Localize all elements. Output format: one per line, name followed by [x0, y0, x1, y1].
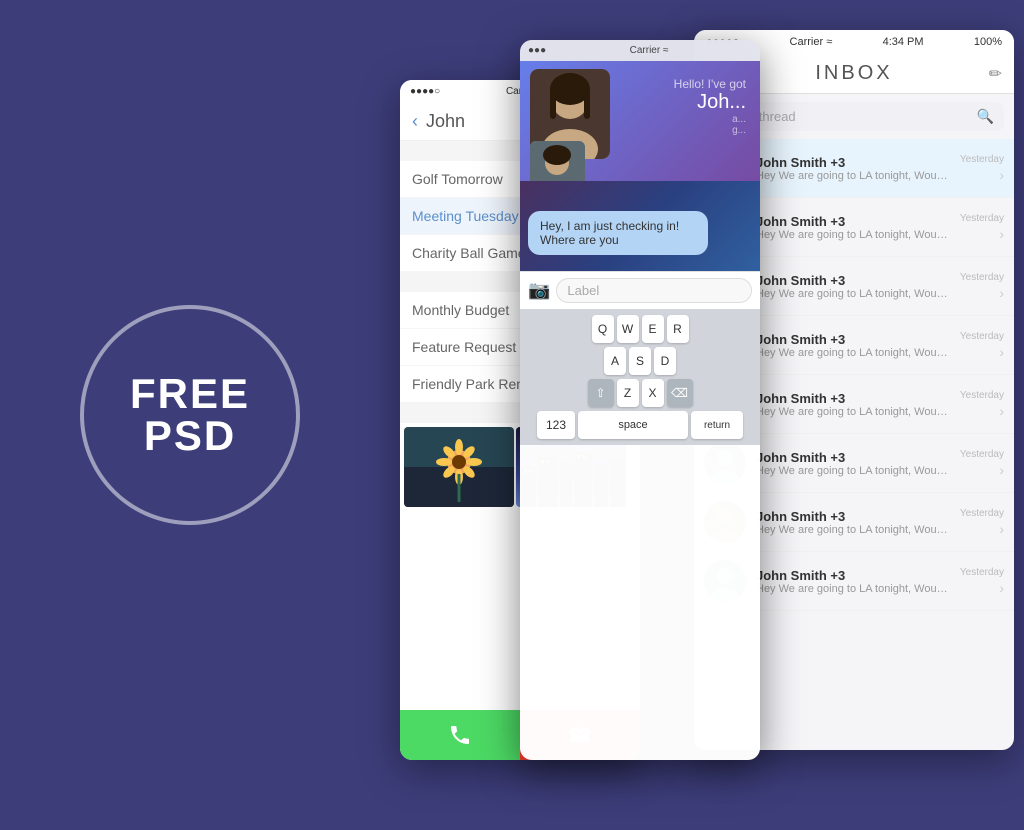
- chevron-right-icon: ›: [999, 167, 1004, 183]
- inbox-item-content: John Smith +3 Hey We are going to LA ton…: [756, 155, 950, 182]
- inbox-item-meta: Yesterday ›: [960, 272, 1004, 301]
- inbox-item-content: John Smith +3 Hey We are going to LA ton…: [756, 214, 950, 241]
- keyboard-bottom-row: 123 space return: [524, 411, 756, 439]
- inbox-item-time: Yesterday: [960, 213, 1004, 224]
- attachment-thumbnail: [404, 427, 514, 507]
- inbox-title: INBOX: [815, 62, 892, 85]
- key-a[interactable]: A: [604, 347, 626, 375]
- key-x[interactable]: X: [642, 379, 664, 407]
- key-123[interactable]: 123: [537, 411, 575, 439]
- chat-status-bar: ●●● Carrier ≈: [520, 40, 760, 61]
- inbox-battery: 100%: [974, 36, 1002, 48]
- chat-input-label: Label: [567, 283, 599, 298]
- call-button[interactable]: [400, 710, 520, 760]
- inbox-item-time: Yesterday: [960, 567, 1004, 578]
- chat-screen: ●●● Carrier ≈ Hello! I've got J: [520, 40, 760, 760]
- inbox-item-meta: Yesterday ›: [960, 213, 1004, 242]
- inbox-item-meta: Yesterday ›: [960, 331, 1004, 360]
- inbox-item-time: Yesterday: [960, 390, 1004, 401]
- inbox-item-content: John Smith +3 Hey We are going to LA ton…: [756, 273, 950, 300]
- inbox-item-time: Yesterday: [960, 154, 1004, 165]
- chat-bubble-text: Hey, I am just checking in! Where are yo…: [540, 219, 679, 247]
- inbox-item-name: John Smith +3: [756, 214, 950, 229]
- inbox-item-preview: Hey We are going to LA tonight, Would yo…: [756, 288, 950, 300]
- inbox-item-content: John Smith +3 Hey We are going to LA ton…: [756, 450, 950, 477]
- inbox-item-meta: Yesterday ›: [960, 508, 1004, 537]
- inbox-item-time: Yesterday: [960, 449, 1004, 460]
- chat-greeting: Hello! I've got: [674, 77, 746, 91]
- inbox-item-meta: Yesterday ›: [960, 567, 1004, 596]
- chat-subtitle: a...: [674, 114, 746, 125]
- chevron-right-icon: ›: [999, 521, 1004, 537]
- inbox-item-time: Yesterday: [960, 272, 1004, 283]
- inbox-item-preview: Hey We are going to LA tonight, Would yo…: [756, 170, 950, 182]
- keyboard: Q W E R A S D ⇧ Z X ⌫ 123 space return: [520, 309, 760, 445]
- inbox-item-content: John Smith +3 Hey We are going to LA ton…: [756, 509, 950, 536]
- chat-header: Hello! I've got Joh... a... g...: [520, 61, 760, 181]
- key-return[interactable]: return: [691, 411, 743, 439]
- keyboard-row-1: Q W E R: [524, 315, 756, 343]
- key-e[interactable]: E: [642, 315, 664, 343]
- inbox-item-name: John Smith +3: [756, 568, 950, 583]
- keyboard-row-3: ⇧ Z X ⌫: [524, 379, 756, 407]
- conv-contact-name: John: [426, 111, 465, 132]
- inbox-item-time: Yesterday: [960, 508, 1004, 519]
- inbox-carrier: Carrier ≈: [790, 36, 833, 48]
- inbox-item-preview: Hey We are going to LA tonight, Would yo…: [756, 583, 950, 595]
- inbox-edit-icon[interactable]: ✏: [989, 64, 1002, 84]
- inbox-item-name: John Smith +3: [756, 155, 950, 170]
- inbox-item-meta: Yesterday ›: [960, 449, 1004, 478]
- search-icon: 🔍: [977, 108, 994, 125]
- chat-contact-name: Joh...: [674, 91, 746, 114]
- inbox-item-name: John Smith +3: [756, 450, 950, 465]
- inbox-item-preview: Hey We are going to LA tonight, Would yo…: [756, 524, 950, 536]
- chevron-right-icon: ›: [999, 403, 1004, 419]
- key-s[interactable]: S: [629, 347, 651, 375]
- inbox-item-preview: Hey We are going to LA tonight, Would yo…: [756, 229, 950, 241]
- inbox-item-name: John Smith +3: [756, 332, 950, 347]
- inbox-item-name: John Smith +3: [756, 509, 950, 524]
- chevron-right-icon: ›: [999, 285, 1004, 301]
- sunflower-image: [404, 427, 514, 507]
- camera-icon[interactable]: 📷: [528, 280, 550, 301]
- inbox-item-meta: Yesterday ›: [960, 390, 1004, 419]
- inbox-item-time: Yesterday: [960, 331, 1004, 342]
- chevron-right-icon: ›: [999, 462, 1004, 478]
- chat-message-input[interactable]: Label: [556, 278, 752, 303]
- key-w[interactable]: W: [617, 315, 639, 343]
- key-q[interactable]: Q: [592, 315, 614, 343]
- inbox-item-name: John Smith +3: [756, 391, 950, 406]
- key-space[interactable]: space: [578, 411, 688, 439]
- chat-bubble: Hey, I am just checking in! Where are yo…: [528, 211, 708, 255]
- chat-carrier: Carrier ≈: [630, 45, 669, 56]
- chevron-right-icon: ›: [999, 580, 1004, 596]
- chat-body: Hey, I am just checking in! Where are yo…: [520, 181, 760, 271]
- inbox-item-content: John Smith +3 Hey We are going to LA ton…: [756, 391, 950, 418]
- inbox-item-content: John Smith +3 Hey We are going to LA ton…: [756, 568, 950, 595]
- shift-key[interactable]: ⇧: [588, 379, 614, 407]
- keyboard-row-2: A S D: [524, 347, 756, 375]
- inbox-item-preview: Hey We are going to LA tonight, Would yo…: [756, 347, 950, 359]
- inbox-item-preview: Hey We are going to LA tonight, Would yo…: [756, 406, 950, 418]
- conv-carrier-dots: ●●●●○: [410, 86, 440, 97]
- key-z[interactable]: Z: [617, 379, 639, 407]
- back-button[interactable]: ‹: [412, 111, 418, 132]
- delete-key[interactable]: ⌫: [667, 379, 693, 407]
- inbox-item-preview: Hey We are going to LA tonight, Would yo…: [756, 465, 950, 477]
- key-d[interactable]: D: [654, 347, 676, 375]
- chat-carrier-dots: ●●●: [528, 45, 546, 56]
- inbox-time: 4:34 PM: [883, 36, 924, 48]
- chevron-right-icon: ›: [999, 226, 1004, 242]
- chevron-right-icon: ›: [999, 344, 1004, 360]
- psd-label: PSD: [144, 415, 236, 457]
- chat-detail: g...: [674, 125, 746, 136]
- chat-input-area: 📷 Label: [520, 271, 760, 309]
- inbox-item-content: John Smith +3 Hey We are going to LA ton…: [756, 332, 950, 359]
- inbox-item-meta: Yesterday ›: [960, 154, 1004, 183]
- free-psd-badge: FREE PSD: [80, 305, 300, 525]
- screens-container: ●●●●○ Carrier ≈ 4:34 PM 100% INBOX ✏ Sea…: [340, 0, 1024, 830]
- free-label: FREE: [130, 373, 250, 415]
- key-r[interactable]: R: [667, 315, 689, 343]
- inbox-item-name: John Smith +3: [756, 273, 950, 288]
